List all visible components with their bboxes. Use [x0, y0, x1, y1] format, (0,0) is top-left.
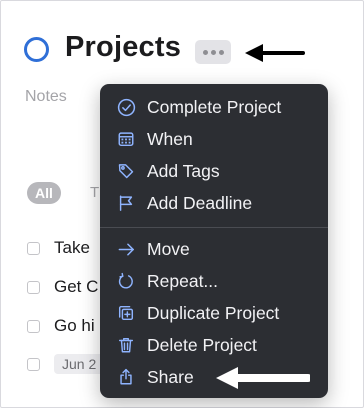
menu-item-delete-project[interactable]: Delete Project: [100, 330, 328, 360]
menu-item-label: Delete Project: [147, 334, 257, 355]
duplicate-icon: [116, 303, 136, 323]
todo-title: Get C: [54, 277, 99, 296]
menu-item-label: Duplicate Project: [147, 302, 280, 323]
tag-icon: [116, 161, 136, 181]
filter-chip-partial[interactable]: T: [90, 184, 99, 201]
menu-item-label: Add Tags: [147, 160, 220, 181]
todo-item[interactable]: Take: [27, 236, 90, 260]
check-circle-icon: [116, 97, 136, 117]
menu-item-label: Add Deadline: [147, 192, 253, 213]
menu-item-add-tags[interactable]: Add Tags: [100, 156, 328, 186]
repeat-icon: [116, 271, 136, 291]
menu-item-duplicate-project[interactable]: Duplicate Project: [100, 298, 328, 328]
todo-checkbox[interactable]: [27, 280, 40, 294]
menu-item-move[interactable]: Move: [100, 234, 328, 264]
todo-item[interactable]: Jun 2: [27, 352, 105, 376]
trash-icon: [116, 335, 136, 355]
todo-title: Take: [54, 238, 90, 257]
todo-checkbox[interactable]: [27, 319, 40, 333]
menu-item-label: Complete Project: [147, 96, 282, 117]
menu-item-label: Share: [147, 366, 194, 387]
filter-all-chip[interactable]: All: [27, 182, 61, 204]
menu-item-repeat[interactable]: Repeat...: [100, 266, 328, 296]
calendar-icon: [116, 129, 136, 149]
arrow-right-icon: [116, 239, 136, 259]
todo-checkbox[interactable]: [27, 241, 40, 255]
menu-item-when[interactable]: When: [100, 124, 328, 154]
menu-item-add-deadline[interactable]: Add Deadline: [100, 188, 328, 218]
todo-item[interactable]: Go hi: [27, 314, 95, 338]
share-icon: [116, 367, 136, 387]
menu-item-label: Repeat...: [147, 270, 219, 291]
todo-date-badge: Jun 2: [54, 354, 105, 374]
project-context-menu: Complete Project When Add Tags Add Deadl…: [100, 84, 328, 398]
annotation-arrow-left-icon: [245, 44, 305, 62]
project-progress-circle-icon[interactable]: [24, 37, 49, 62]
menu-item-complete-project[interactable]: Complete Project: [100, 92, 328, 122]
menu-item-label: Move: [147, 238, 190, 259]
menu-item-label: When: [147, 128, 193, 149]
todo-item[interactable]: Get C: [27, 275, 98, 299]
more-dot-icon: [210, 49, 216, 55]
menu-separator: [100, 227, 328, 228]
more-dot-icon: [218, 49, 224, 55]
todo-title: Go hi: [54, 316, 95, 335]
flag-icon: [116, 193, 136, 213]
project-title[interactable]: Projects: [65, 31, 181, 64]
notes-field[interactable]: Notes: [25, 88, 67, 106]
more-dot-icon: [202, 49, 208, 55]
todo-checkbox[interactable]: [27, 357, 40, 371]
more-options-button[interactable]: [195, 40, 231, 64]
annotation-arrow-left-icon: [216, 367, 310, 389]
